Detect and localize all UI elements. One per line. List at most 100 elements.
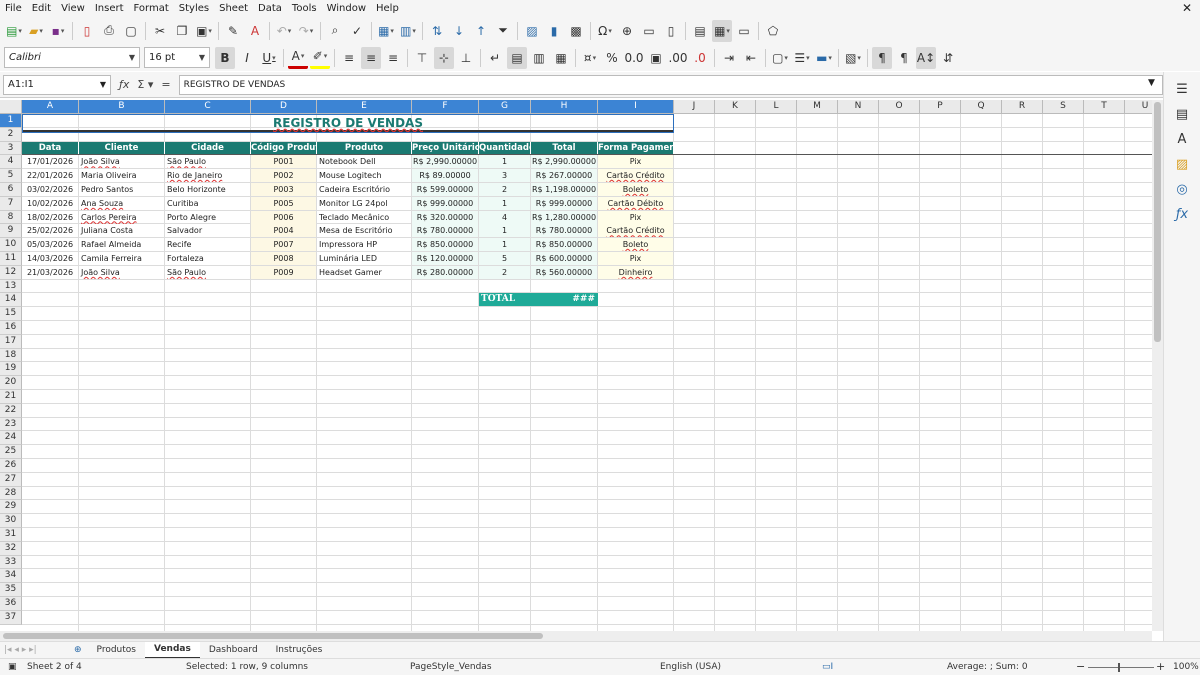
table-cell[interactable]: R$ 599.00000: [412, 183, 478, 196]
clone-formatting-icon[interactable]: ✎: [223, 20, 243, 42]
column-header-o[interactable]: O: [879, 100, 920, 114]
table-cell[interactable]: P006: [251, 210, 316, 224]
table-cell[interactable]: 18/02/2026: [22, 211, 78, 224]
table-cell[interactable]: Cartão Crédito: [598, 224, 673, 238]
table-cell[interactable]: São Paulo: [165, 155, 250, 168]
header-cell[interactable]: Cidade: [165, 141, 251, 155]
sort-descending-icon[interactable]: ↑: [471, 20, 491, 42]
special-character-icon[interactable]: Ω: [595, 20, 615, 42]
comment-icon[interactable]: ▭: [639, 20, 659, 42]
table-cell[interactable]: R$ 2,990.00000: [412, 155, 478, 169]
ltr-icon[interactable]: ¶: [872, 46, 892, 69]
table-cell[interactable]: 21/03/2026: [22, 266, 78, 279]
table-cell[interactable]: R$ 1,280.00000: [531, 210, 597, 224]
sum-icon[interactable]: Σ ▾: [137, 78, 153, 91]
sidebar-menu-icon[interactable]: ☰: [1164, 82, 1200, 97]
table-cell[interactable]: R$ 850.00000: [531, 238, 597, 252]
total-value[interactable]: ###: [531, 293, 598, 307]
table-cell[interactable]: Cartão Crédito: [598, 169, 673, 183]
table-cell[interactable]: Pix: [598, 155, 673, 169]
table-cell[interactable]: 03/02/2026: [22, 183, 78, 196]
row-header-34[interactable]: 34: [0, 569, 22, 584]
bold-icon[interactable]: B: [215, 46, 235, 69]
cut-icon[interactable]: ✂: [150, 20, 170, 42]
table-cell[interactable]: R$ 600.00000: [531, 252, 597, 265]
decrease-indent-icon[interactable]: ⇤: [741, 47, 761, 69]
table-cell[interactable]: 4: [479, 210, 530, 224]
export-pdf-icon[interactable]: ▯: [77, 20, 97, 42]
wrap-text-icon[interactable]: ↵: [485, 47, 505, 69]
table-cell[interactable]: Pix: [598, 252, 673, 265]
row-header-21[interactable]: 21: [0, 390, 22, 404]
row-header-32[interactable]: 32: [0, 541, 22, 556]
table-cell[interactable]: R$ 560.00000: [531, 265, 597, 279]
row-header-19[interactable]: 19: [0, 362, 22, 377]
table-cell[interactable]: 25/02/2026: [22, 224, 78, 237]
table-cell[interactable]: Rio de Janeiro: [165, 169, 250, 182]
vertical-scroll-thumb[interactable]: [1154, 102, 1161, 342]
row-header-9[interactable]: 9: [0, 224, 22, 239]
sheet-title[interactable]: REGISTRO DE VENDAS: [22, 114, 674, 132]
row-header-27[interactable]: 27: [0, 472, 22, 487]
font-name-box[interactable]: Calibri ▼: [4, 47, 140, 68]
number-format-icon[interactable]: 0.0: [624, 47, 644, 69]
hyperlink-icon[interactable]: ⊕: [617, 20, 637, 42]
table-cell[interactable]: Impressora HP: [317, 238, 411, 251]
column-header-p[interactable]: P: [920, 100, 961, 114]
column-header-f[interactable]: F: [412, 100, 479, 114]
text-direction-icon[interactable]: A↕: [916, 46, 936, 69]
column-header-q[interactable]: Q: [961, 100, 1002, 114]
zoom-slider[interactable]: [1088, 667, 1154, 668]
table-cell[interactable]: Ana Souza: [79, 197, 164, 210]
italic-icon[interactable]: I: [237, 47, 257, 69]
split-window-icon[interactable]: ▭: [734, 20, 754, 42]
table-cell[interactable]: P001: [251, 155, 316, 169]
header-cell[interactable]: Preço Unitário: [412, 141, 479, 155]
table-cell[interactable]: Headset Gamer: [317, 266, 411, 279]
table-cell[interactable]: R$ 280.00000: [412, 265, 478, 279]
table-cell[interactable]: Pix: [598, 210, 673, 224]
freeze-rows-columns-icon[interactable]: ▦: [712, 19, 732, 42]
border-style-icon[interactable]: ☰: [792, 47, 812, 69]
table-cell[interactable]: P004: [251, 224, 316, 238]
zoom-in-icon[interactable]: +: [1156, 660, 1165, 673]
menu-sheet[interactable]: Sheet: [214, 3, 253, 14]
align-middle-icon[interactable]: ⊹: [434, 46, 454, 69]
add-decimal-icon[interactable]: .00: [668, 47, 688, 69]
open-folder-icon[interactable]: ▰: [26, 20, 46, 42]
pivot-table-icon[interactable]: ▩: [566, 20, 586, 42]
row-header-1[interactable]: 1: [0, 114, 22, 128]
menu-tools[interactable]: Tools: [287, 3, 322, 14]
table-cell[interactable]: 14/03/2026: [22, 252, 78, 265]
rtl-icon[interactable]: ¶: [894, 47, 914, 69]
paste-icon[interactable]: ▣: [194, 20, 214, 42]
table-cell[interactable]: 5: [479, 252, 530, 265]
header-cell[interactable]: Código Produto: [251, 141, 317, 155]
menu-file[interactable]: File: [0, 3, 27, 14]
row-header-29[interactable]: 29: [0, 500, 22, 515]
status-language[interactable]: English (USA): [660, 662, 721, 672]
column-header-c[interactable]: C: [165, 100, 251, 114]
date-format-icon[interactable]: ▣: [646, 47, 666, 69]
row-header-7[interactable]: 7: [0, 196, 22, 211]
insert-chart-icon[interactable]: ▮: [544, 20, 564, 42]
tab-produtos[interactable]: Produtos: [88, 642, 145, 659]
column-header-l[interactable]: L: [756, 100, 797, 114]
row-header-6[interactable]: 6: [0, 183, 22, 197]
column-header-k[interactable]: K: [715, 100, 756, 114]
table-cell[interactable]: 22/01/2026: [22, 169, 78, 182]
row-header-25[interactable]: 25: [0, 445, 22, 459]
header-cell[interactable]: Data: [22, 141, 79, 155]
font-color-icon[interactable]: A: [288, 47, 308, 69]
table-cell[interactable]: Recife: [165, 238, 250, 251]
column-header-e[interactable]: E: [317, 100, 412, 114]
table-cell[interactable]: 10/02/2026: [22, 197, 78, 210]
highlight-color-icon[interactable]: ✐: [310, 47, 330, 69]
column-header-m[interactable]: M: [797, 100, 838, 114]
row-header-36[interactable]: 36: [0, 597, 22, 611]
functions-icon[interactable]: ƒx: [1164, 207, 1200, 222]
autofilter-icon[interactable]: ⏷: [493, 20, 513, 42]
undo-icon[interactable]: ↶: [274, 20, 294, 42]
vertical-text-icon[interactable]: ⇵: [938, 47, 958, 69]
table-cell[interactable]: 1: [479, 224, 530, 238]
